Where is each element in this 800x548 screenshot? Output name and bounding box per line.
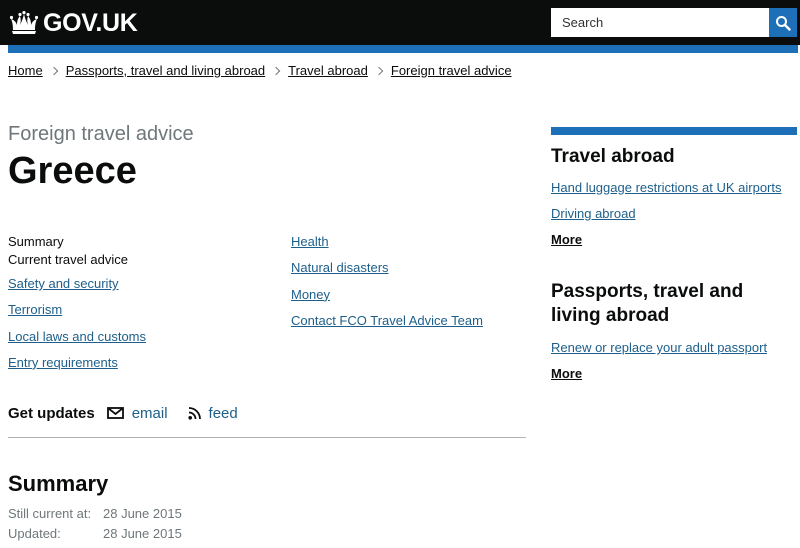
sidebar-link-hand-luggage[interactable]: Hand luggage restrictions at UK airports bbox=[551, 180, 782, 195]
chevron-right-icon bbox=[374, 66, 384, 75]
crown-icon bbox=[9, 11, 39, 34]
site-header: GOV.UK bbox=[0, 0, 800, 45]
updated-label: Updated: bbox=[8, 526, 61, 541]
breadcrumb-passports-travel[interactable]: Passports, travel and living abroad bbox=[66, 63, 265, 78]
breadcrumb-foreign-travel-advice[interactable]: Foreign travel advice bbox=[391, 63, 512, 78]
sidebar-heading-passports: Passports, travel and living abroad bbox=[551, 281, 744, 326]
still-current-label: Still current at: bbox=[8, 506, 92, 521]
chevron-right-icon bbox=[271, 66, 281, 75]
search-form bbox=[551, 8, 797, 37]
contents-link-local-laws[interactable]: Local laws and customs bbox=[8, 328, 278, 354]
still-current-meta: Still current at: 28 June 2015 bbox=[8, 506, 182, 521]
page-title: Greece bbox=[8, 150, 137, 192]
logo-text: GOV.UK bbox=[43, 8, 138, 37]
contents-item-summary: Summary bbox=[8, 234, 64, 249]
sidebar-heading-travel-abroad: Travel abroad bbox=[551, 146, 675, 167]
updated-value: 28 June 2015 bbox=[103, 526, 182, 541]
contents-link-natural-disasters[interactable]: Natural disasters bbox=[291, 259, 531, 285]
contents-link-health[interactable]: Health bbox=[291, 233, 531, 259]
search-input[interactable] bbox=[551, 8, 769, 37]
page-caption: Foreign travel advice bbox=[8, 123, 194, 145]
get-updates: Get updates email feed bbox=[8, 402, 238, 424]
breadcrumb-travel-abroad[interactable]: Travel abroad bbox=[288, 63, 368, 78]
email-updates-link[interactable]: email bbox=[106, 404, 168, 422]
contents-link-entry-requirements[interactable]: Entry requirements bbox=[8, 354, 278, 380]
contents-link-safety-and-security[interactable]: Safety and security bbox=[8, 275, 278, 301]
header-blue-bar bbox=[8, 45, 798, 53]
sidebar-link-driving-abroad[interactable]: Driving abroad bbox=[551, 206, 636, 221]
contents-link-terrorism[interactable]: Terrorism bbox=[8, 301, 278, 327]
sidebar-blue-bar bbox=[551, 127, 797, 135]
feed-updates-link[interactable]: feed bbox=[187, 404, 238, 422]
search-button[interactable] bbox=[769, 8, 797, 37]
updated-meta: Updated: 28 June 2015 bbox=[8, 526, 182, 541]
contents-link-contact-fco[interactable]: Contact FCO Travel Advice Team bbox=[291, 312, 531, 338]
sidebar-more-passports[interactable]: More bbox=[551, 366, 582, 381]
summary-heading: Summary bbox=[8, 471, 109, 496]
breadcrumb: Home Passports, travel and living abroad… bbox=[8, 63, 512, 78]
get-updates-label: Get updates bbox=[8, 404, 95, 422]
govuk-logo-link[interactable]: GOV.UK bbox=[9, 9, 138, 37]
chevron-right-icon bbox=[49, 66, 58, 75]
section-divider bbox=[8, 437, 526, 438]
breadcrumb-home[interactable]: Home bbox=[8, 63, 43, 78]
sidebar-link-renew-passport[interactable]: Renew or replace your adult passport bbox=[551, 340, 767, 355]
still-current-value: 28 June 2015 bbox=[103, 506, 182, 521]
contents-column-left: Summary Current travel advice Safety and… bbox=[8, 233, 278, 380]
contents-link-money[interactable]: Money bbox=[291, 286, 531, 312]
contents-item-current-travel-advice: Current travel advice bbox=[8, 252, 128, 267]
contents-column-right: Health Natural disasters Money Contact F… bbox=[291, 233, 531, 338]
envelope-icon bbox=[106, 407, 124, 419]
search-icon bbox=[776, 15, 791, 31]
email-updates-label: email bbox=[131, 404, 168, 422]
rss-icon bbox=[187, 406, 201, 420]
sidebar-more-travel-abroad[interactable]: More bbox=[551, 232, 582, 247]
feed-updates-label: feed bbox=[208, 404, 238, 422]
